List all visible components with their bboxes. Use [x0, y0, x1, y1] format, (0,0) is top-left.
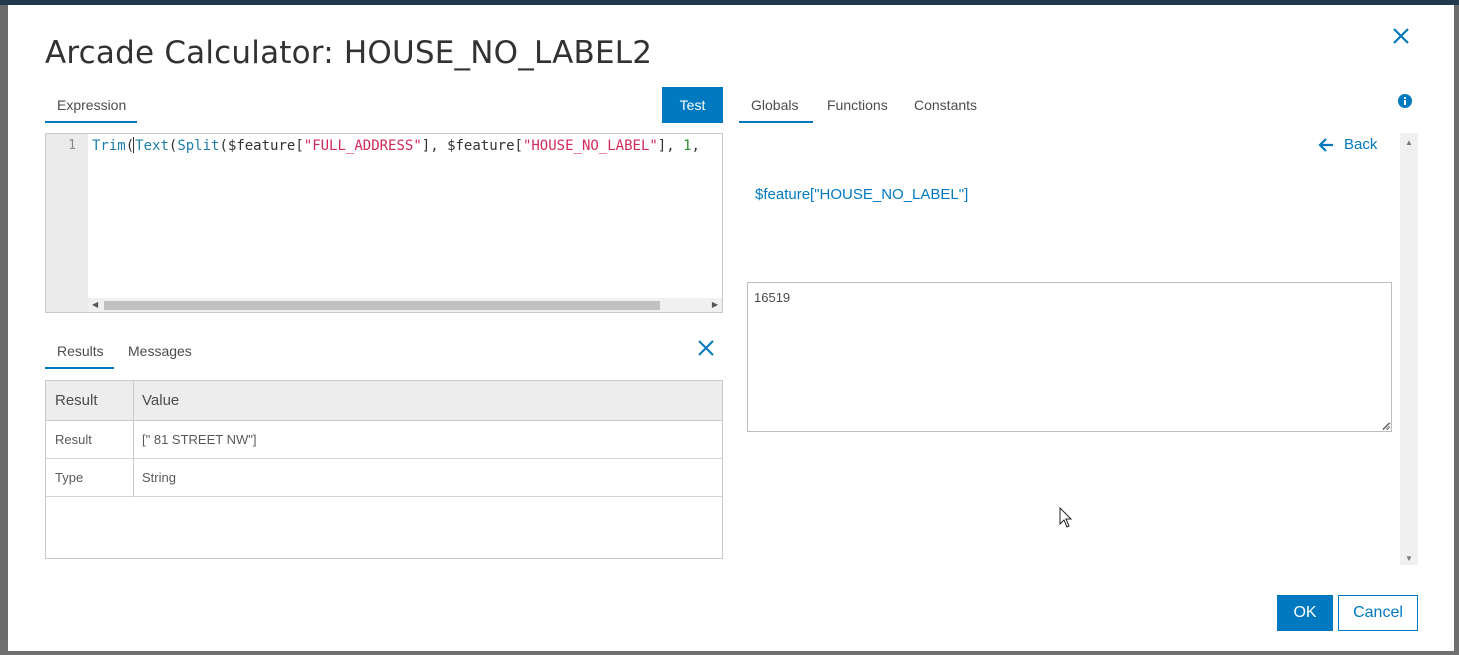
code-token: 1	[683, 138, 692, 154]
code-token: Trim	[92, 138, 126, 154]
dialog-title: Arcade Calculator: HOUSE_NO_LABEL2	[45, 35, 653, 71]
header-result: Result	[55, 392, 98, 409]
cell-label: Result	[55, 432, 92, 447]
mouse-pointer-icon	[1059, 507, 1073, 528]
tab-constants[interactable]: Constants	[914, 97, 977, 113]
scrollbar-thumb[interactable]	[104, 301, 660, 310]
scroll-down-icon[interactable]: ▼	[1405, 554, 1413, 563]
table-row: Result [" 81 STREET NW"]	[46, 421, 722, 459]
table-header-row: Result Value	[46, 381, 722, 421]
resize-handle-icon[interactable]	[1381, 421, 1390, 430]
back-link[interactable]: Back	[1318, 136, 1377, 153]
code-token: "FULL_ADDRESS"	[303, 138, 422, 154]
code-token: ], $feature[	[421, 138, 523, 154]
code-token: Text	[135, 138, 169, 154]
expression-editor[interactable]: 1 Trim(Text(Split($feature["FULL_ADDRESS…	[45, 133, 723, 313]
tab-results-underline	[45, 367, 114, 369]
cell-value: [" 81 STREET NW"]	[142, 432, 257, 447]
results-table: Result Value Result [" 81 STREET NW"] Ty…	[45, 380, 723, 559]
vertical-scrollbar[interactable]: ▲ ▼	[1400, 133, 1418, 565]
header-value: Value	[142, 392, 180, 409]
back-label: Back	[1344, 136, 1378, 153]
arcade-calculator-dialog: Arcade Calculator: HOUSE_NO_LABEL2 Expre…	[8, 5, 1454, 651]
close-results-icon[interactable]	[696, 338, 716, 358]
code-token: ,	[691, 138, 700, 154]
arrow-left-icon	[1318, 137, 1333, 152]
scroll-right-icon[interactable]: ▶	[712, 300, 718, 309]
feature-reference-link[interactable]: $feature["HOUSE_NO_LABEL"]	[755, 186, 968, 203]
line-number: 1	[68, 138, 76, 153]
text-cursor	[133, 137, 135, 153]
code-token: "HOUSE_NO_LABEL"	[522, 138, 658, 154]
ok-button[interactable]: OK	[1277, 595, 1333, 631]
table-row: Type String	[46, 459, 722, 497]
tab-globals[interactable]: Globals	[751, 97, 798, 113]
scroll-up-icon[interactable]: ▲	[1405, 138, 1413, 147]
cancel-button[interactable]: Cancel	[1338, 595, 1418, 631]
tab-messages[interactable]: Messages	[128, 343, 192, 359]
info-icon[interactable]	[1398, 94, 1412, 108]
feature-value-textarea[interactable]: 16519	[747, 282, 1392, 432]
cell-label: Type	[55, 470, 84, 485]
tab-results[interactable]: Results	[57, 343, 104, 359]
editor-gutter: 1	[46, 134, 88, 312]
column-divider	[133, 381, 134, 497]
scroll-left-icon[interactable]: ◀	[92, 300, 98, 309]
cell-value: String	[142, 470, 176, 485]
feature-value: 16519	[754, 290, 791, 305]
tab-expression-underline	[45, 121, 137, 123]
horizontal-scrollbar[interactable]: ◀ ▶	[88, 298, 722, 312]
code-line[interactable]: Trim(Text(Split($feature["FULL_ADDRESS"]…	[92, 137, 700, 154]
tab-globals-underline	[739, 121, 813, 123]
code-token: ($feature[	[219, 138, 304, 154]
test-button[interactable]: Test	[662, 87, 723, 123]
tab-expression[interactable]: Expression	[57, 97, 126, 113]
code-token: Split	[177, 138, 220, 154]
close-icon[interactable]	[1390, 25, 1412, 47]
code-token: ],	[657, 138, 684, 154]
tab-functions[interactable]: Functions	[827, 97, 888, 113]
